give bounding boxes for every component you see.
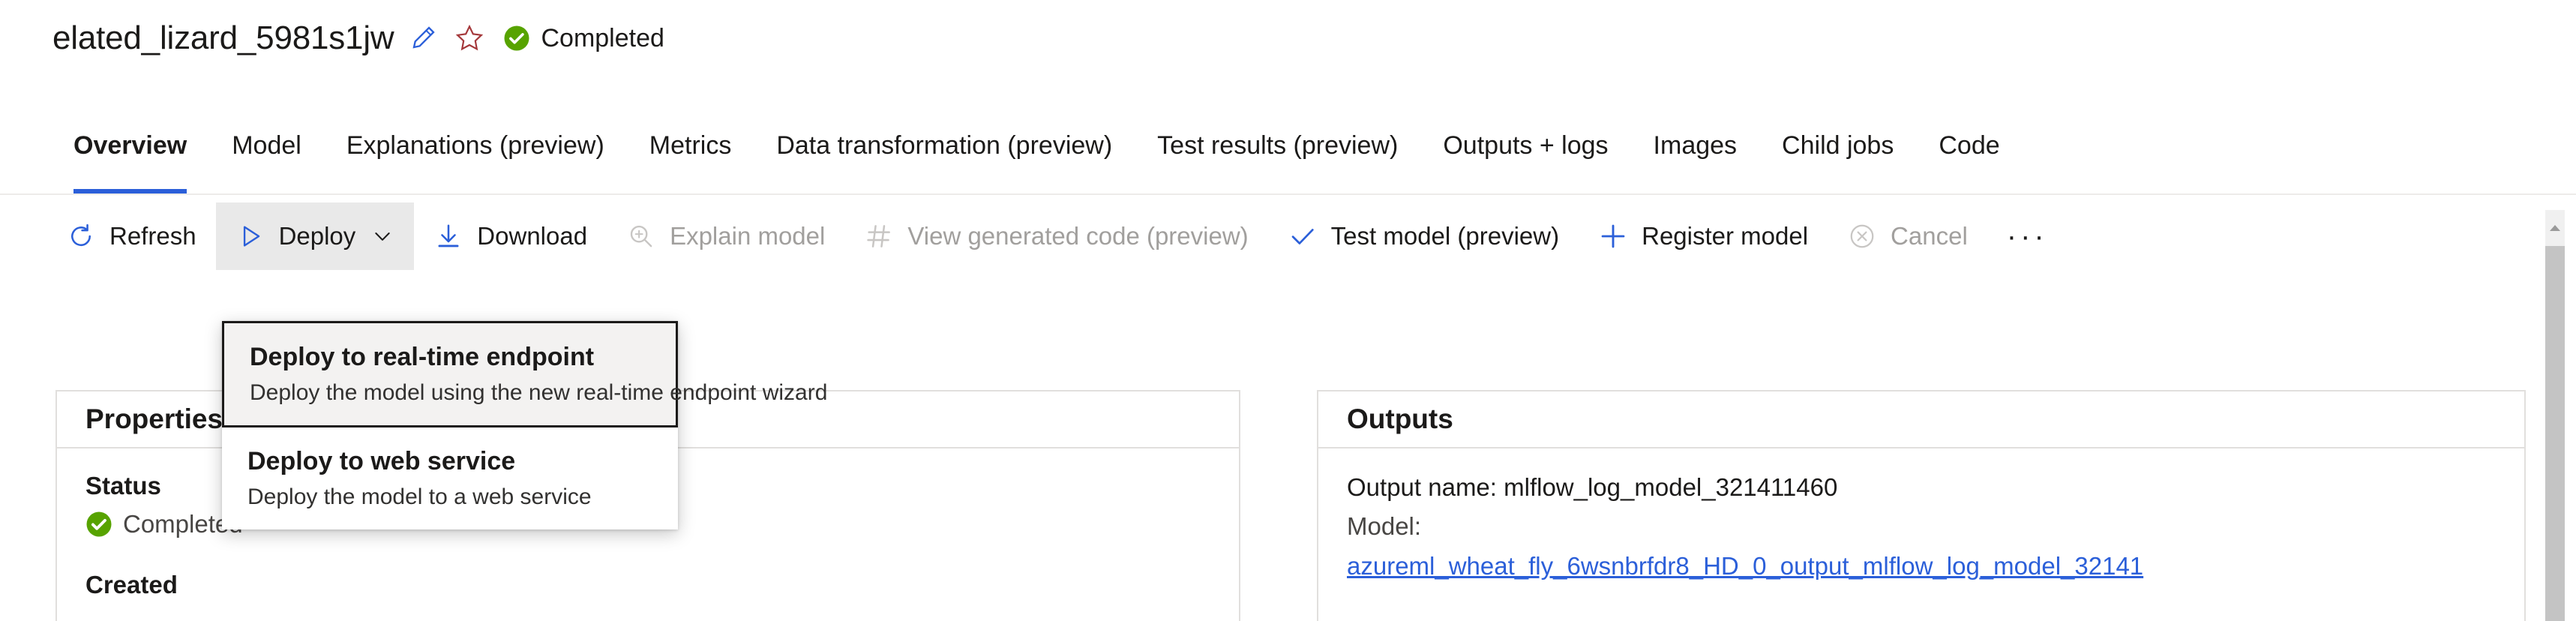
- scrollbar-thumb[interactable]: [2545, 246, 2565, 621]
- vertical-scrollbar[interactable]: [2545, 210, 2565, 621]
- download-icon: [433, 221, 463, 251]
- view-generated-code-label: View generated code (preview): [907, 222, 1249, 250]
- menu-item-description: Deploy the model using the new real-time…: [250, 380, 828, 405]
- tab-label: Code: [1939, 131, 2000, 160]
- hash-icon: [864, 221, 894, 251]
- tab-label: Child jobs: [1782, 131, 1894, 160]
- refresh-icon: [66, 221, 96, 251]
- tab-outputs-logs[interactable]: Outputs + logs: [1420, 112, 1630, 194]
- explain-model-button: Explain model: [607, 202, 844, 270]
- tab-child-jobs[interactable]: Child jobs: [1759, 112, 1916, 194]
- ellipsis-icon: ···: [2006, 219, 2048, 253]
- overflow-menu-button[interactable]: ···: [1987, 202, 2068, 270]
- deploy-button[interactable]: Deploy: [215, 202, 415, 270]
- refresh-label: Refresh: [109, 222, 196, 250]
- tab-label: Test results (preview): [1157, 131, 1399, 160]
- deploy-dropdown-menu: Deploy to real-time endpoint Deploy the …: [222, 321, 828, 530]
- outputs-card-title: Outputs: [1347, 404, 1453, 434]
- pencil-icon[interactable]: [406, 21, 440, 56]
- job-details-page: elated_lizard_5981s1jw Completed Overvie…: [0, 0, 2576, 621]
- created-field-label: Created: [85, 571, 178, 598]
- tab-metrics[interactable]: Metrics: [627, 112, 754, 194]
- menu-item-title: Deploy to web service: [247, 447, 516, 476]
- outputs-card-header: Outputs: [1318, 392, 2524, 448]
- output-name-text: Output name: mlflow_log_model_321411460: [1347, 473, 1838, 501]
- tab-label: Outputs + logs: [1443, 131, 1609, 160]
- tab-label: Data transformation (preview): [776, 131, 1113, 160]
- magnifier-plus-icon: [626, 221, 656, 251]
- star-icon[interactable]: [452, 21, 487, 56]
- outputs-card-body: Output name: mlflow_log_model_321411460 …: [1318, 448, 2524, 586]
- play-triangle-icon: [235, 221, 265, 251]
- check-circle-icon: [504, 26, 529, 51]
- register-model-button[interactable]: Register model: [1579, 202, 1828, 270]
- tab-data-transformation[interactable]: Data transformation (preview): [754, 112, 1135, 194]
- cancel-label: Cancel: [1891, 222, 1968, 250]
- model-label: Model:: [1347, 512, 1422, 540]
- checkmark-icon: [1288, 221, 1318, 251]
- explain-model-label: Explain model: [670, 222, 826, 250]
- plus-icon: [1598, 221, 1628, 251]
- tab-bar: Overview Model Explanations (preview) Me…: [0, 112, 2576, 195]
- test-model-button[interactable]: Test model (preview): [1268, 202, 1579, 270]
- tab-overview[interactable]: Overview: [51, 112, 209, 194]
- tab-label: Overview: [73, 131, 187, 160]
- download-button[interactable]: Download: [414, 202, 607, 270]
- tab-test-results[interactable]: Test results (preview): [1135, 112, 1420, 194]
- menu-item-deploy-realtime-endpoint[interactable]: Deploy to real-time endpoint Deploy the …: [222, 321, 828, 428]
- tab-model[interactable]: Model: [209, 112, 324, 194]
- cancel-circle-icon: [1847, 221, 1877, 251]
- menu-item-title: Deploy to real-time endpoint: [250, 343, 595, 371]
- status-badge: Completed: [503, 23, 664, 53]
- download-label: Download: [477, 222, 588, 250]
- view-generated-code-button: View generated code (preview): [844, 202, 1267, 270]
- model-output-link[interactable]: azureml_wheat_fly_6wsnbrfdr8_HD_0_output…: [1347, 546, 2496, 586]
- command-bar: Refresh Deploy Download Explain model Vi…: [0, 202, 2576, 270]
- menu-item-description: Deploy the model to a web service: [247, 484, 592, 509]
- properties-card-title: Properties: [85, 404, 223, 434]
- deploy-label: Deploy: [278, 222, 356, 250]
- tab-code[interactable]: Code: [1916, 112, 2022, 194]
- tab-label: Metrics: [649, 131, 732, 160]
- status-label: Completed: [541, 24, 664, 52]
- refresh-button[interactable]: Refresh: [46, 202, 216, 270]
- tab-explanations[interactable]: Explanations (preview): [324, 112, 627, 194]
- page-title: elated_lizard_5981s1jw: [52, 20, 394, 56]
- scroll-up-arrow-icon[interactable]: [2545, 210, 2565, 246]
- tab-label: Explanations (preview): [346, 131, 604, 160]
- tab-label: Images: [1653, 131, 1738, 160]
- cancel-button: Cancel: [1828, 202, 1987, 270]
- test-model-label: Test model (preview): [1330, 222, 1560, 250]
- register-model-label: Register model: [1642, 222, 1809, 250]
- outputs-card: Outputs Output name: mlflow_log_model_32…: [1317, 390, 2526, 621]
- page-title-row: elated_lizard_5981s1jw Completed: [52, 18, 664, 58]
- tab-label: Model: [232, 131, 301, 160]
- chevron-down-icon: [370, 224, 394, 248]
- check-circle-icon: [86, 512, 112, 537]
- menu-item-deploy-web-service[interactable]: Deploy to web service Deploy the model t…: [222, 428, 678, 530]
- tab-images[interactable]: Images: [1631, 112, 1760, 194]
